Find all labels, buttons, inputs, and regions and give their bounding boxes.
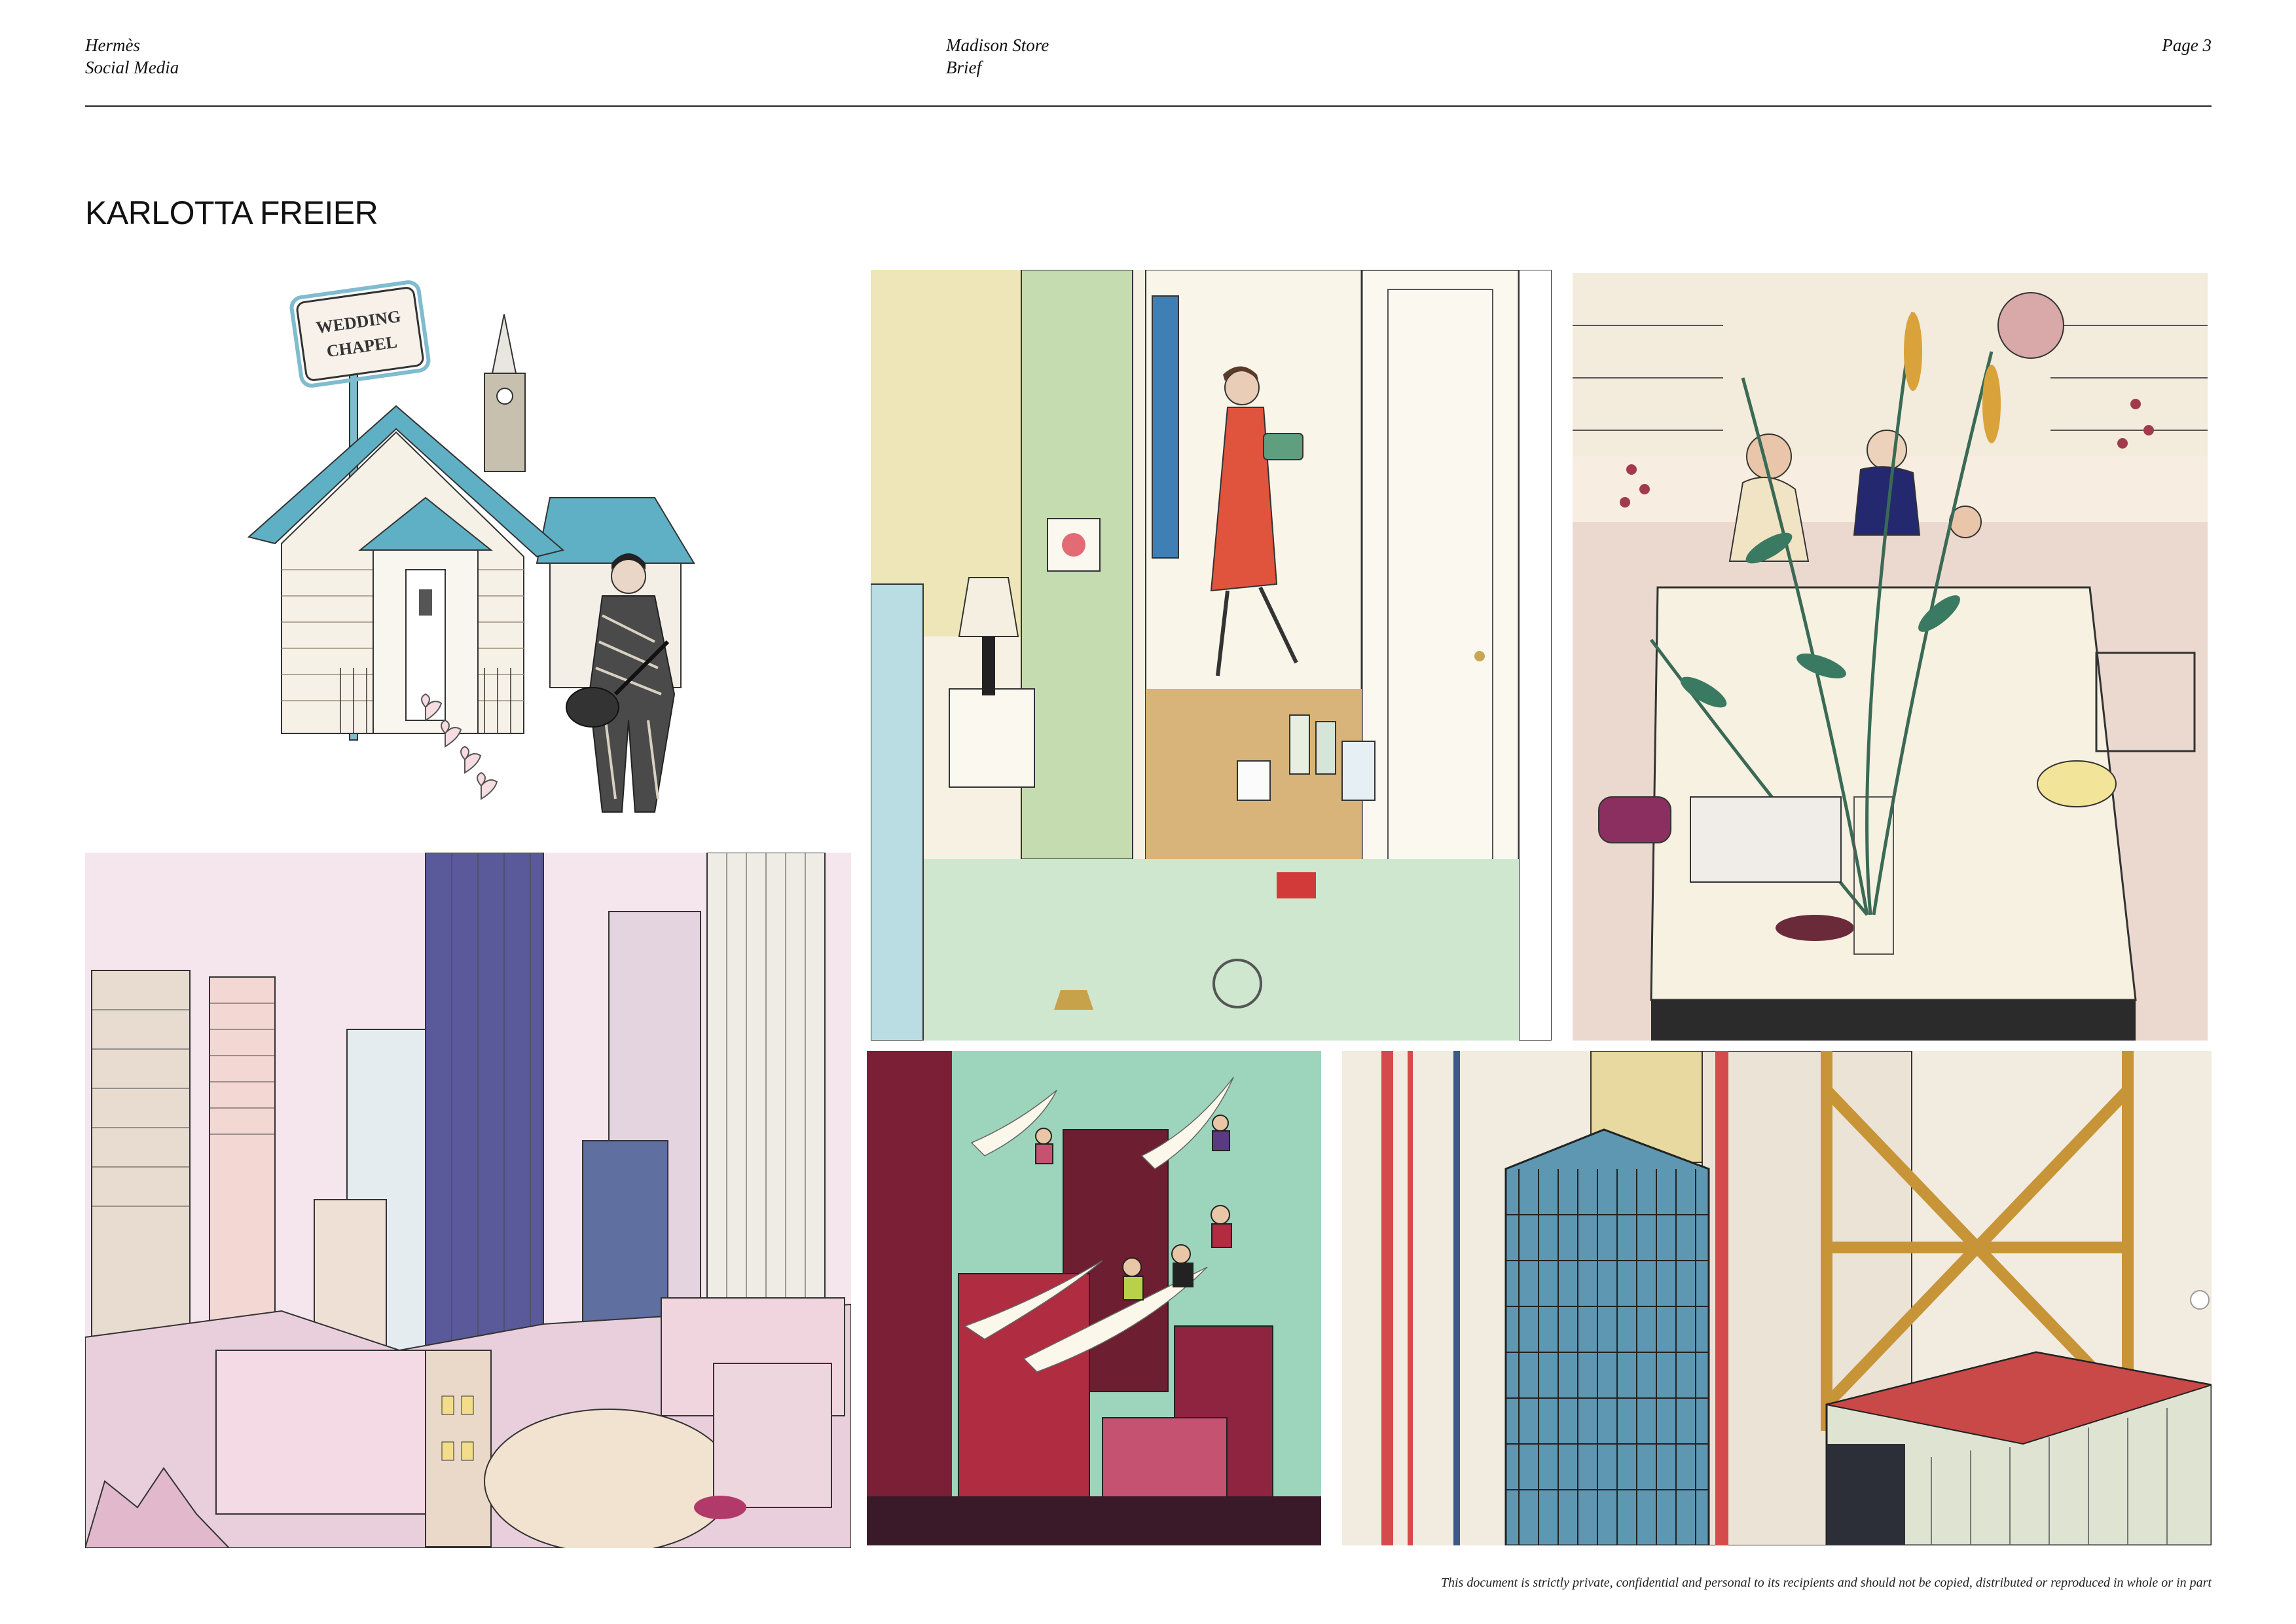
illustration-towers-crane bbox=[1342, 1051, 2212, 1545]
project-name: Madison Store bbox=[946, 35, 1049, 55]
header-left: Hermès Social Media bbox=[85, 34, 179, 79]
header-right: Page 3 bbox=[2162, 34, 2212, 56]
brand-subtitle: Social Media bbox=[85, 58, 179, 77]
brand-name: Hermès bbox=[85, 35, 140, 55]
illustration-city-rooftops bbox=[85, 853, 851, 1548]
illustration-studio-table bbox=[1573, 273, 2208, 1041]
page-number: Page 3 bbox=[2162, 35, 2212, 55]
illustration-sky-skaters bbox=[867, 1051, 1321, 1545]
confidentiality-notice: This document is strictly private, confi… bbox=[1440, 1576, 2212, 1590]
illustration-wedding-chapel: WEDDING CHAPEL bbox=[223, 275, 746, 825]
header-divider bbox=[85, 105, 2212, 107]
project-subtitle: Brief bbox=[946, 58, 981, 77]
header-center: Madison Store Brief bbox=[946, 34, 1049, 79]
artist-name: KARLOTTA FREIER bbox=[85, 194, 378, 231]
illustration-interior-red-dress bbox=[871, 270, 1552, 1041]
